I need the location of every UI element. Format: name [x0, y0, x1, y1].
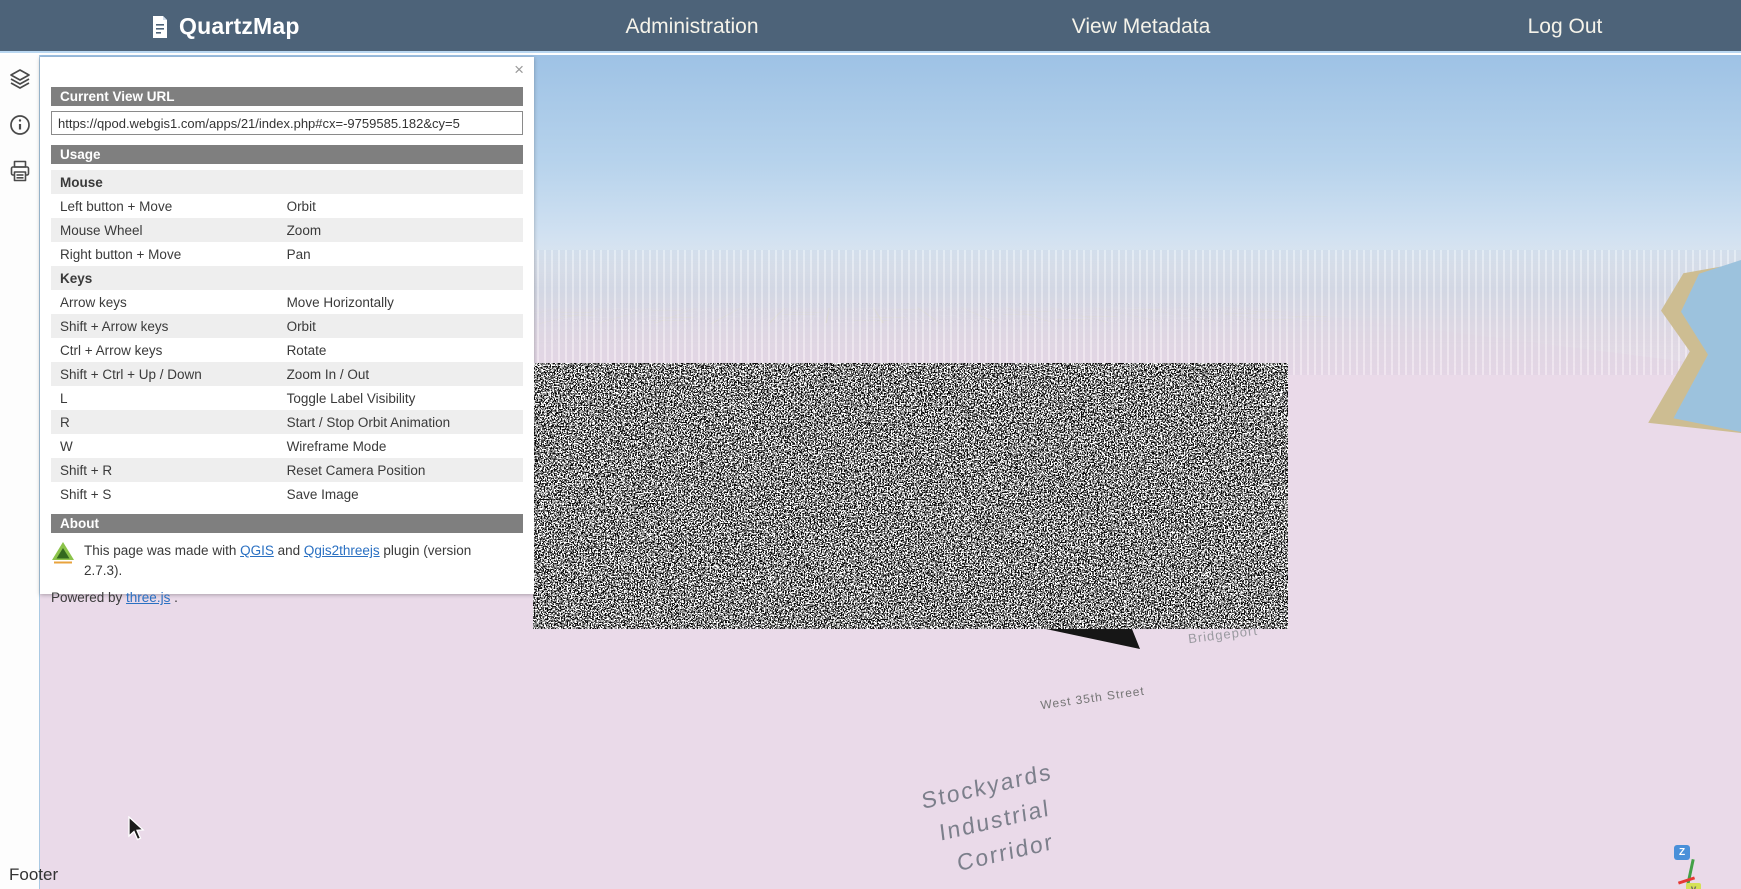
section-header-about: About	[51, 514, 523, 533]
table-row: Mouse	[51, 170, 523, 194]
axis-z-label: Z	[1674, 845, 1690, 860]
footer-label: Footer	[9, 865, 58, 885]
table-row: Left button + MoveOrbit	[51, 194, 523, 218]
section-header-current-view-url: Current View URL	[51, 87, 523, 106]
left-toolbar	[0, 55, 40, 889]
axes-gizmo: Z y	[1670, 843, 1730, 889]
section-header-usage: Usage	[51, 145, 523, 164]
about-text: This page was made with QGIS and Qgis2th…	[84, 541, 484, 580]
qgis2threejs-logo-icon	[51, 541, 75, 564]
building-patch	[599, 559, 719, 578]
park-patch	[730, 492, 872, 510]
building-patch	[928, 507, 995, 518]
table-row: Ctrl + Arrow keysRotate	[51, 338, 523, 362]
table-row: LToggle Label Visibility	[51, 386, 523, 410]
threejs-link[interactable]: three.js	[126, 590, 170, 605]
usage-table: Mouse Left button + MoveOrbit Mouse Whee…	[51, 170, 523, 506]
qgis2threejs-link[interactable]: Qgis2threejs	[304, 543, 380, 558]
building-patch	[1613, 697, 1741, 769]
axis-y-label: y	[1686, 883, 1701, 889]
nav-view-metadata[interactable]: View Metadata	[1072, 0, 1211, 53]
building-patch	[1275, 611, 1475, 647]
table-row: WWireframe Mode	[51, 434, 523, 458]
brand-home-link[interactable]: QuartzMap	[150, 0, 300, 53]
print-icon[interactable]	[8, 159, 32, 183]
powered-by-text: Powered by three.js .	[51, 590, 523, 605]
brand-title: QuartzMap	[179, 13, 300, 40]
park-patch	[1323, 496, 1464, 522]
close-icon[interactable]: ×	[514, 61, 524, 78]
qgis-link[interactable]: QGIS	[240, 543, 274, 558]
current-view-url-input[interactable]	[51, 111, 523, 135]
layers-icon[interactable]	[8, 67, 32, 91]
table-row: Mouse WheelZoom	[51, 218, 523, 242]
table-row: Shift + SSave Image	[51, 482, 523, 506]
table-row: Shift + RReset Camera Position	[51, 458, 523, 482]
table-row: RStart / Stop Orbit Animation	[51, 410, 523, 434]
document-icon	[150, 15, 170, 39]
nav-log-out[interactable]: Log Out	[1528, 0, 1603, 53]
table-row: Arrow keysMove Horizontally	[51, 290, 523, 314]
top-navigation-bar: QuartzMap Administration View Metadata L…	[0, 0, 1741, 53]
table-row: Keys	[51, 266, 523, 290]
table-row: Right button + MovePan	[51, 242, 523, 266]
park-patch	[1073, 478, 1189, 490]
building-patch	[1477, 536, 1608, 555]
railyard-area	[40, 654, 1553, 889]
info-icon[interactable]	[8, 113, 32, 137]
nav-administration[interactable]: Administration	[625, 0, 758, 53]
table-row: Shift + Ctrl + Up / DownZoom In / Out	[51, 362, 523, 386]
table-row: Shift + Arrow keysOrbit	[51, 314, 523, 338]
info-panel: × Current View URL Usage Mouse Left butt…	[40, 57, 534, 594]
building-patch	[1096, 568, 1216, 590]
